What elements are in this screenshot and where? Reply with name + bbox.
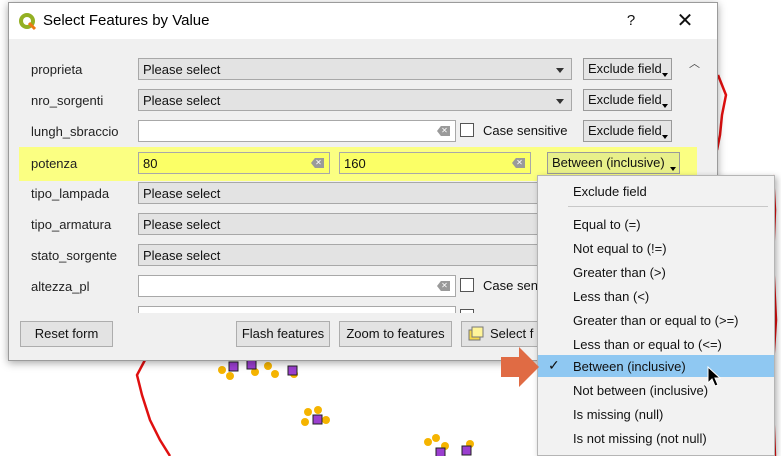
- range-from-value: 80: [143, 156, 158, 171]
- operator-label: Exclude field: [588, 123, 662, 138]
- field-label: potenza: [31, 156, 78, 171]
- menu-item[interactable]: Greater than (>): [538, 261, 774, 283]
- menu-item-label: Less than or equal to (<=): [573, 337, 722, 352]
- select-features-icon: [468, 326, 484, 341]
- menu-item-label: Not between (inclusive): [573, 383, 709, 398]
- clear-icon[interactable]: ✕: [437, 126, 450, 136]
- range-to-value: 160: [344, 156, 366, 171]
- menu-item-label: Between (inclusive): [573, 359, 686, 374]
- clear-icon[interactable]: ✕: [311, 158, 324, 168]
- range-from-input[interactable]: 80 ✕: [138, 152, 330, 174]
- dropdown-arrow-icon: [662, 104, 668, 108]
- value-combobox[interactable]: Please select: [138, 89, 572, 111]
- menu-item[interactable]: Greater than or equal to (>=): [538, 309, 774, 331]
- menu-separator: [568, 206, 768, 207]
- clear-icon[interactable]: ✕: [512, 158, 525, 168]
- clear-icon[interactable]: ✕: [437, 281, 450, 291]
- operator-button[interactable]: Exclude field: [583, 120, 672, 142]
- combobox-value: Please select: [143, 186, 221, 201]
- dropdown-arrow-icon: [662, 135, 668, 139]
- field-label: tipo_lampada: [31, 186, 110, 201]
- menu-item[interactable]: ✓ Between (inclusive): [538, 355, 774, 377]
- menu-item-label: Equal to (=): [573, 217, 641, 232]
- menu-item-label: Is not missing (not null): [573, 431, 707, 446]
- operator-button[interactable]: Exclude field: [583, 89, 672, 111]
- operator-button[interactable]: Exclude field: [583, 58, 672, 80]
- menu-item-label: Less than (<): [573, 289, 650, 304]
- menu-item-label: Exclude field: [573, 184, 647, 199]
- menu-item[interactable]: Less than or equal to (<=): [538, 333, 774, 355]
- flash-features-button[interactable]: Flash features: [236, 321, 330, 347]
- title-bar: Select Features by Value ? ✕: [9, 3, 717, 39]
- map-feature-cluster: [218, 359, 474, 456]
- operator-button[interactable]: Between (inclusive): [547, 152, 680, 174]
- close-button[interactable]: ✕: [673, 9, 697, 33]
- map-boundary-line: [135, 359, 172, 456]
- zoom-to-features-button[interactable]: Zoom to features: [339, 321, 452, 347]
- field-row-proprieta: proprieta Please select Exclude field: [9, 55, 699, 86]
- field-label: stato_sorgente: [31, 248, 118, 263]
- combobox-value: Please select: [143, 248, 221, 263]
- check-icon: ✓: [548, 357, 560, 373]
- field-label: lungh_sbraccio: [31, 124, 119, 139]
- select-features-button[interactable]: Select f: [461, 321, 541, 347]
- map-boundary-line: [715, 74, 728, 151]
- menu-item-label: Greater than or equal to (>=): [573, 313, 739, 328]
- menu-item[interactable]: Not between (inclusive): [538, 379, 774, 401]
- menu-item[interactable]: Is not missing (not null): [538, 427, 774, 449]
- value-combobox[interactable]: Please select: [138, 182, 572, 204]
- operator-dropdown-menu: Exclude field Equal to (=) Not equal to (!…: [537, 175, 775, 456]
- dropdown-arrow-icon: [662, 73, 668, 77]
- field-label: nro_sorgenti: [31, 93, 104, 108]
- case-sensitive-checkbox[interactable]: [460, 123, 474, 137]
- case-sensitive-checkbox[interactable]: [460, 278, 474, 292]
- combobox-value: Please select: [143, 62, 221, 77]
- menu-item[interactable]: Is missing (null): [538, 403, 774, 425]
- value-combobox[interactable]: Please select: [138, 244, 572, 266]
- mouse-cursor-icon: [707, 366, 722, 387]
- range-to-input[interactable]: 160 ✕: [339, 152, 531, 174]
- qgis-icon: [19, 13, 37, 31]
- menu-item[interactable]: Not equal to (!=): [538, 237, 774, 259]
- operator-label: Between (inclusive): [552, 155, 665, 170]
- pointer-arrow-icon: [501, 347, 539, 387]
- operator-label: Exclude field: [588, 92, 662, 107]
- field-label: proprieta: [31, 62, 83, 77]
- select-features-label: Select f: [490, 326, 534, 341]
- value-input[interactable]: ✕: [138, 120, 456, 142]
- field-row-lungh-sbraccio: lungh_sbraccio ✕ Case sensitive Exclude …: [9, 117, 699, 148]
- menu-item-label: Is missing (null): [573, 407, 664, 422]
- operator-label: Exclude field: [588, 61, 662, 76]
- chevron-down-icon: [556, 68, 564, 73]
- dialog-title: Select Features by Value: [43, 12, 210, 29]
- field-row-nro-sorgenti: nro_sorgenti Please select Exclude field: [9, 86, 699, 117]
- value-combobox[interactable]: Please select: [138, 213, 572, 235]
- case-sensitive-checkbox[interactable]: [460, 309, 474, 313]
- dropdown-arrow-icon: [670, 167, 676, 171]
- value-input[interactable]: ✕: [138, 275, 456, 297]
- field-label: tipo_armatura: [31, 217, 112, 232]
- reset-form-button[interactable]: Reset form: [20, 321, 113, 347]
- menu-item-label: Not equal to (!=): [573, 241, 667, 256]
- case-sensitive-label: Case sensitive: [483, 123, 568, 138]
- field-label: altezza_pl: [31, 279, 90, 294]
- help-button[interactable]: ?: [621, 11, 641, 31]
- combobox-value: Please select: [143, 93, 221, 108]
- combobox-value: Please select: [143, 217, 221, 232]
- value-input[interactable]: [138, 306, 456, 313]
- menu-item-label: Greater than (>): [573, 265, 666, 280]
- menu-item[interactable]: Exclude field: [538, 180, 774, 202]
- value-combobox[interactable]: Please select: [138, 58, 572, 80]
- menu-item[interactable]: Equal to (=): [538, 213, 774, 235]
- chevron-down-icon: [556, 99, 564, 104]
- menu-item[interactable]: Less than (<): [538, 285, 774, 307]
